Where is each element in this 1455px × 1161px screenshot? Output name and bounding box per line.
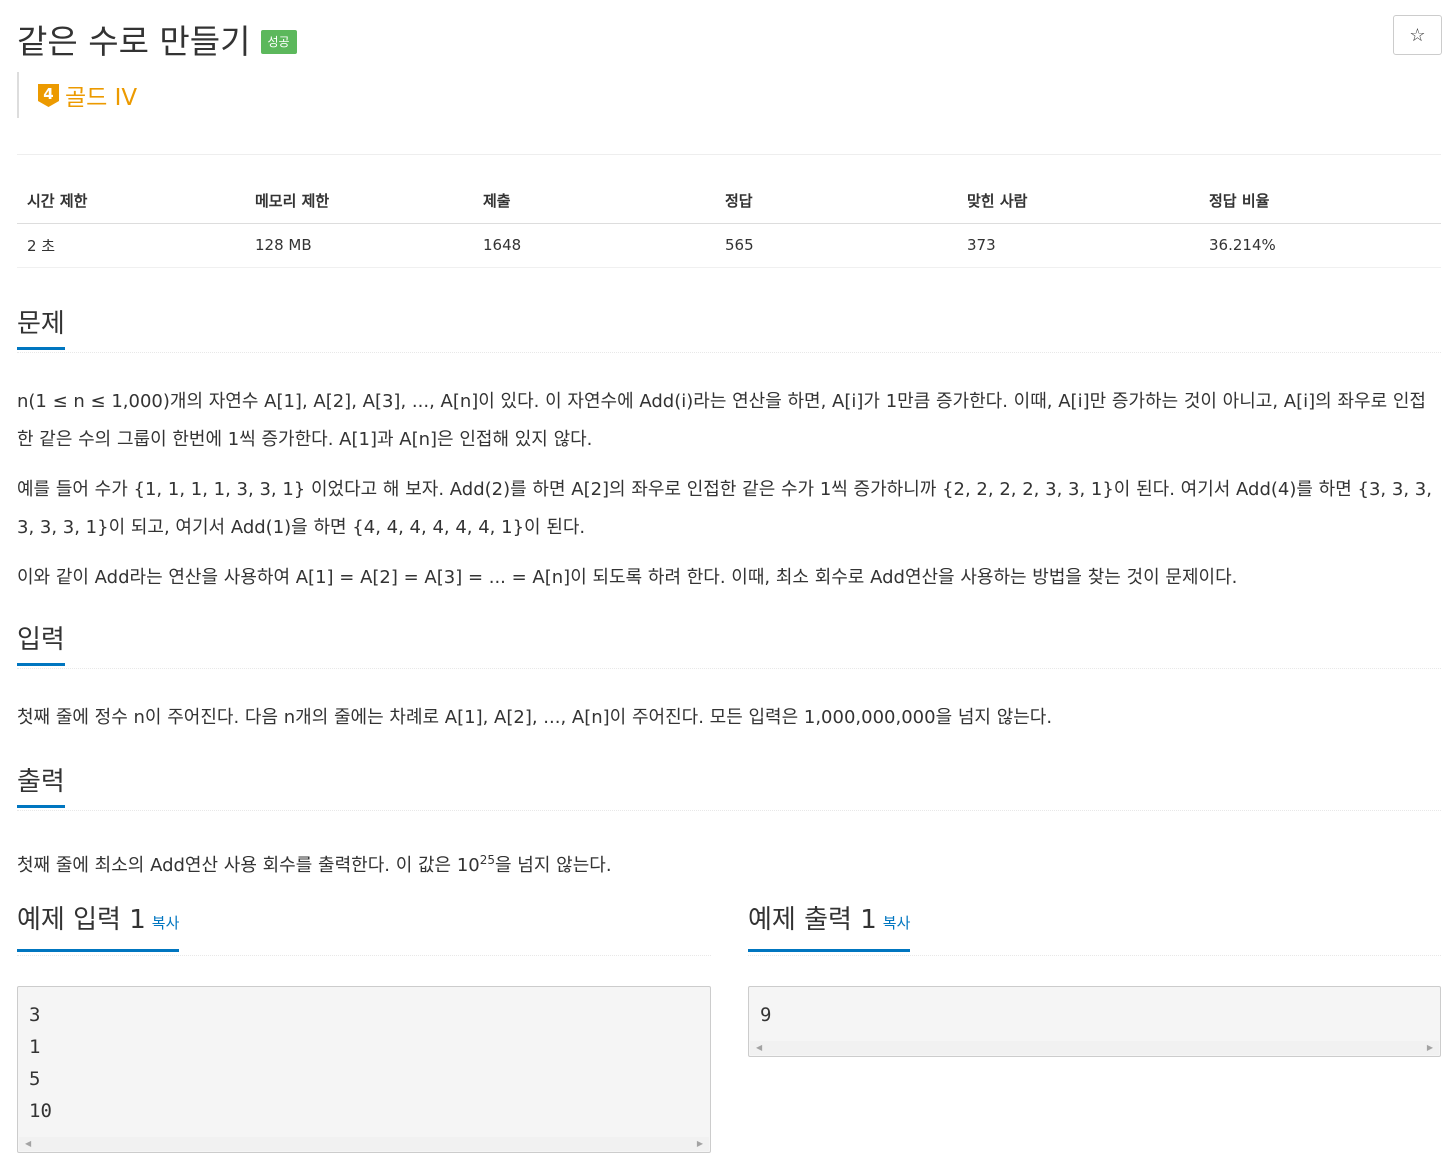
value-accept-ratio: 36.214% — [1199, 223, 1441, 268]
section-divider — [17, 352, 1441, 353]
output-description: 첫째 줄에 최소의 Add연산 사용 회수를 출력한다. 이 값은 1025을 … — [17, 841, 1441, 885]
header-memory-limit: 메모리 제한 — [245, 178, 473, 224]
value-submissions[interactable]: 1648 — [473, 223, 715, 268]
scroll-left-icon[interactable]: ◀ — [756, 1044, 762, 1052]
tier-label[interactable]: 골드 IV — [65, 78, 137, 112]
value-solved-users: 373 — [957, 223, 1199, 268]
section-divider — [17, 668, 1441, 669]
header-time-limit: 시간 제한 — [17, 178, 245, 224]
output-text-before: 첫째 줄에 최소의 Add연산 사용 회수를 출력한다. 이 값은 10 — [17, 855, 480, 876]
tier-icon: 4 — [38, 82, 59, 108]
scroll-right-icon[interactable]: ▶ — [1427, 1044, 1433, 1052]
value-accepted: 565 — [715, 223, 957, 268]
section-divider — [748, 955, 1441, 956]
header-submissions: 제출 — [473, 178, 715, 224]
sample-output-box: 9 ◀ ▶ — [748, 986, 1441, 1057]
input-section: 입력 첫째 줄에 정수 n이 주어진다. 다음 n개의 줄에는 차례로 A[1]… — [17, 623, 1441, 737]
star-button[interactable]: ☆ — [1393, 15, 1442, 55]
output-header: 출력 — [17, 765, 1441, 811]
scroll-left-icon[interactable]: ◀ — [25, 1140, 31, 1148]
input-body: 첫째 줄에 정수 n이 주어진다. 다음 n개의 줄에는 차례로 A[1], A… — [17, 669, 1441, 737]
input-header: 입력 — [17, 623, 1441, 669]
problem-section: 문제 n(1 ≤ n ≤ 1,000)개의 자연수 A[1], A[2], A[… — [17, 307, 1441, 597]
sample-output-content: 9 — [760, 1004, 772, 1026]
tier-row: 4 골드 IV — [17, 72, 137, 118]
sample-output-title: 예제 출력 1 — [748, 905, 877, 935]
copy-output-button[interactable]: 복사 — [883, 914, 911, 932]
sample-output-header: 예제 출력 1 복사 — [748, 900, 1441, 956]
sample-input-content: 3 1 5 10 — [29, 1004, 52, 1122]
problem-body: n(1 ≤ n ≤ 1,000)개의 자연수 A[1], A[2], A[3],… — [17, 353, 1441, 597]
section-divider — [17, 955, 711, 956]
problem-paragraph: 예를 들어 수가 {1, 1, 1, 1, 3, 3, 1} 이었다고 해 보자… — [17, 479, 1432, 538]
horizontal-scrollbar[interactable]: ◀ ▶ — [19, 1137, 709, 1151]
sample-output-section: 예제 출력 1 복사 9 ◀ ▶ — [748, 900, 1441, 1057]
output-section: 출력 첫째 줄에 최소의 Add연산 사용 회수를 출력한다. 이 값은 102… — [17, 765, 1441, 885]
sample-input-heading: 예제 입력 1 복사 — [17, 900, 180, 952]
header-solved-users: 맞힌 사람 — [957, 178, 1199, 224]
star-icon: ☆ — [1409, 24, 1426, 45]
problem-paragraph: n(1 ≤ n ≤ 1,000)개의 자연수 A[1], A[2], A[3],… — [17, 391, 1426, 450]
sample-input-title: 예제 입력 1 — [17, 905, 146, 935]
value-time-limit: 2 초 — [17, 223, 245, 268]
section-divider — [17, 810, 1441, 811]
input-description: 첫째 줄에 정수 n이 주어진다. 다음 n개의 줄에는 차례로 A[1], A… — [17, 707, 1053, 728]
horizontal-scrollbar[interactable]: ◀ ▶ — [750, 1041, 1439, 1055]
tier-number: 4 — [43, 85, 53, 103]
sample-output-heading: 예제 출력 1 복사 — [748, 900, 911, 952]
status-badge: 성공 — [260, 30, 297, 54]
info-header-row: 시간 제한 메모리 제한 제출 정답 맞힌 사람 정답 비율 — [17, 178, 1441, 224]
problem-header: 문제 — [17, 307, 1441, 353]
output-text-after: 을 넘지 않는다. — [495, 855, 612, 876]
title-row: 같은 수로 만들기 성공 — [17, 14, 297, 64]
input-title: 입력 — [17, 623, 65, 666]
info-value-row: 2 초 128 MB 1648 565 373 36.214% — [17, 223, 1441, 268]
output-body: 첫째 줄에 최소의 Add연산 사용 회수를 출력한다. 이 값은 1025을 … — [17, 811, 1441, 885]
divider — [17, 154, 1441, 155]
header-accepted: 정답 — [715, 178, 957, 224]
sample-input-header: 예제 입력 1 복사 — [17, 900, 711, 956]
header-accept-ratio: 정답 비율 — [1199, 178, 1441, 224]
output-title: 출력 — [17, 765, 65, 808]
value-memory-limit: 128 MB — [245, 223, 473, 268]
sample-input-box: 3 1 5 10 ◀ ▶ — [17, 986, 711, 1153]
problem-paragraph: 이와 같이 Add라는 연산을 사용하여 A[1] = A[2] = A[3] … — [17, 567, 1238, 588]
problem-title: 문제 — [17, 307, 65, 350]
copy-input-button[interactable]: 복사 — [152, 914, 180, 932]
sample-input-section: 예제 입력 1 복사 3 1 5 10 ◀ ▶ — [17, 900, 711, 1153]
problem-info-table: 시간 제한 메모리 제한 제출 정답 맞힌 사람 정답 비율 2 초 128 M… — [17, 178, 1441, 268]
scroll-right-icon[interactable]: ▶ — [697, 1140, 703, 1148]
page-title: 같은 수로 만들기 — [17, 22, 251, 61]
output-exponent: 25 — [479, 853, 496, 867]
